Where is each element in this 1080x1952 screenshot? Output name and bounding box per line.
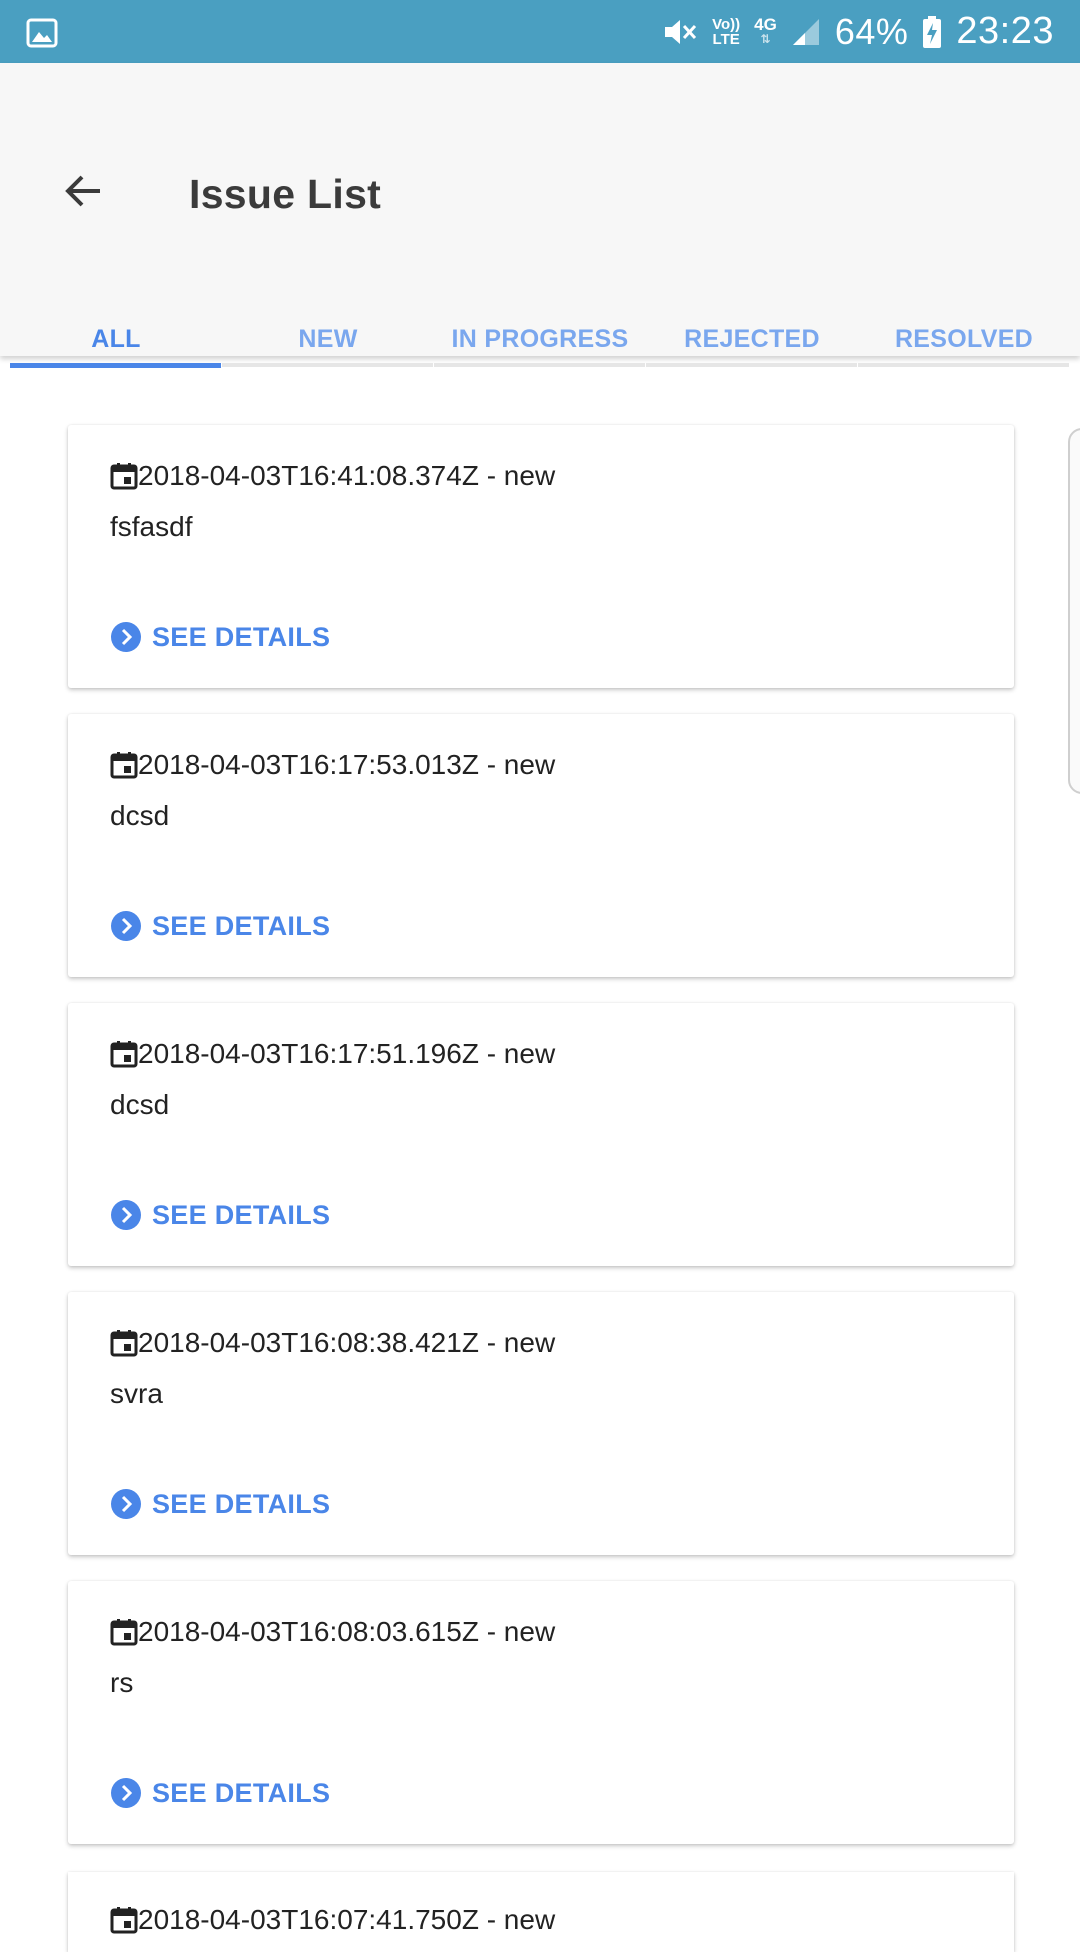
- status-time: 23:23: [956, 10, 1054, 52]
- tab-label: RESOLVED: [894, 325, 1034, 353]
- issue-date: 2018-04-03T16:08:03.615Z - new: [138, 1616, 556, 1647]
- status-bar: Vo)) LTE 4G ⇅ 64% 23:23: [0, 0, 1080, 63]
- page-title: Issue List: [189, 171, 382, 217]
- see-details-label: SEE DETAILS: [152, 910, 331, 941]
- calendar-icon: [110, 1907, 138, 1934]
- issue-date: 2018-04-03T16:07:41.750Z - new: [138, 1904, 556, 1935]
- calendar-icon: [110, 752, 138, 779]
- tab-indicator: [858, 363, 1069, 367]
- mute-icon: [665, 19, 697, 44]
- tab-label: NEW: [298, 325, 358, 353]
- see-details-button[interactable]: SEE DETAILS: [110, 1777, 330, 1809]
- see-details-button[interactable]: SEE DETAILS: [110, 1199, 330, 1231]
- issue-card: 2018-04-03T16:41:08.374Z - new fsfasdf S…: [68, 425, 1014, 688]
- volte-top-label: Vo)): [712, 15, 741, 33]
- issue-title: rs: [110, 1667, 134, 1698]
- see-details-label: SEE DETAILS: [152, 1488, 331, 1519]
- battery-charging-icon: [923, 15, 942, 48]
- issue-card: 2018-04-03T16:17:53.013Z - new dcsd SEE …: [68, 714, 1014, 977]
- tab-indicator: [434, 363, 645, 367]
- tab-all[interactable]: ALL: [10, 293, 222, 390]
- issue-date: 2018-04-03T16:17:53.013Z - new: [138, 749, 556, 780]
- see-details-button[interactable]: SEE DETAILS: [110, 910, 330, 942]
- status-icons: Vo)) LTE 4G ⇅ 64% 23:23: [662, 0, 1054, 63]
- tab-rejected[interactable]: REJECTED: [646, 293, 858, 390]
- issue-title: dcsd: [110, 1089, 170, 1120]
- issue-date-row: 2018-04-03T16:17:51.196Z - new: [110, 1038, 555, 1070]
- tab-label: ALL: [91, 325, 141, 353]
- see-details-label: SEE DETAILS: [152, 621, 331, 652]
- battery-percent: 64%: [834, 10, 909, 52]
- tab-indicator: [10, 363, 221, 368]
- app-bar: Issue List ALL NEW IN PROGRESS REJECTED …: [0, 63, 1080, 368]
- issue-date-row: 2018-04-03T16:08:03.615Z - new: [110, 1616, 555, 1648]
- tab-bar: ALL NEW IN PROGRESS REJECTED RESOLVED: [10, 293, 1070, 390]
- tab-label: IN PROGRESS: [451, 325, 629, 353]
- tab-resolved[interactable]: RESOLVED: [858, 293, 1070, 390]
- issue-date-row: 2018-04-03T16:07:41.750Z - new: [110, 1904, 555, 1936]
- data-arrows-icon: ⇅: [760, 31, 771, 46]
- issue-card: 2018-04-03T16:08:38.421Z - new svra SEE …: [68, 1292, 1014, 1555]
- issue-date-row: 2018-04-03T16:08:38.421Z - new: [110, 1327, 555, 1359]
- issue-title: fsfasdf: [110, 511, 193, 542]
- see-details-label: SEE DETAILS: [152, 1777, 331, 1808]
- issue-date-row: 2018-04-03T16:41:08.374Z - new: [110, 460, 555, 492]
- calendar-icon: [110, 1619, 138, 1646]
- chevron-right-circle-icon: [111, 1200, 141, 1230]
- see-details-button[interactable]: SEE DETAILS: [110, 1488, 330, 1520]
- issue-list: 2018-04-03T16:41:08.374Z - new fsfasdf S…: [68, 425, 1014, 1870]
- issue-title: svra: [110, 1378, 163, 1409]
- see-details-button[interactable]: SEE DETAILS: [110, 621, 330, 653]
- back-button[interactable]: [56, 163, 112, 219]
- issue-card: 2018-04-03T16:08:03.615Z - new rs SEE DE…: [68, 1581, 1014, 1844]
- volte-bottom-label: LTE: [712, 30, 740, 48]
- issue-card: 2018-04-03T16:17:51.196Z - new dcsd SEE …: [68, 1003, 1014, 1266]
- tab-label: REJECTED: [684, 325, 820, 353]
- volte-indicator: Vo)) LTE: [712, 17, 740, 47]
- issue-date: 2018-04-03T16:41:08.374Z - new: [138, 460, 556, 491]
- calendar-icon: [110, 463, 138, 490]
- edge-panel-handle[interactable]: [1068, 428, 1080, 794]
- tab-indicator: [646, 363, 857, 367]
- chevron-right-circle-icon: [111, 1778, 141, 1808]
- chevron-right-circle-icon: [111, 1489, 141, 1519]
- tab-new[interactable]: NEW: [222, 293, 434, 390]
- gallery-icon: [26, 18, 58, 48]
- issue-date: 2018-04-03T16:08:38.421Z - new: [138, 1327, 556, 1358]
- calendar-icon: [110, 1330, 138, 1357]
- see-details-label: SEE DETAILS: [152, 1199, 331, 1230]
- issue-title: dcsd: [110, 800, 170, 831]
- network-indicator: 4G ⇅: [754, 14, 777, 47]
- arrow-left-icon: [65, 175, 100, 207]
- tab-in-progress[interactable]: IN PROGRESS: [434, 293, 646, 390]
- network-label: 4G: [754, 14, 777, 34]
- calendar-icon: [110, 1041, 138, 1068]
- issue-date: 2018-04-03T16:17:51.196Z - new: [138, 1038, 556, 1069]
- chevron-right-circle-icon: [111, 911, 141, 941]
- chevron-right-circle-icon: [111, 622, 141, 652]
- tab-indicator: [222, 363, 433, 367]
- issue-card-partial: 2018-04-03T16:07:41.750Z - new: [68, 1872, 1014, 1952]
- signal-icon: [792, 18, 819, 45]
- issue-date-row: 2018-04-03T16:17:53.013Z - new: [110, 749, 555, 781]
